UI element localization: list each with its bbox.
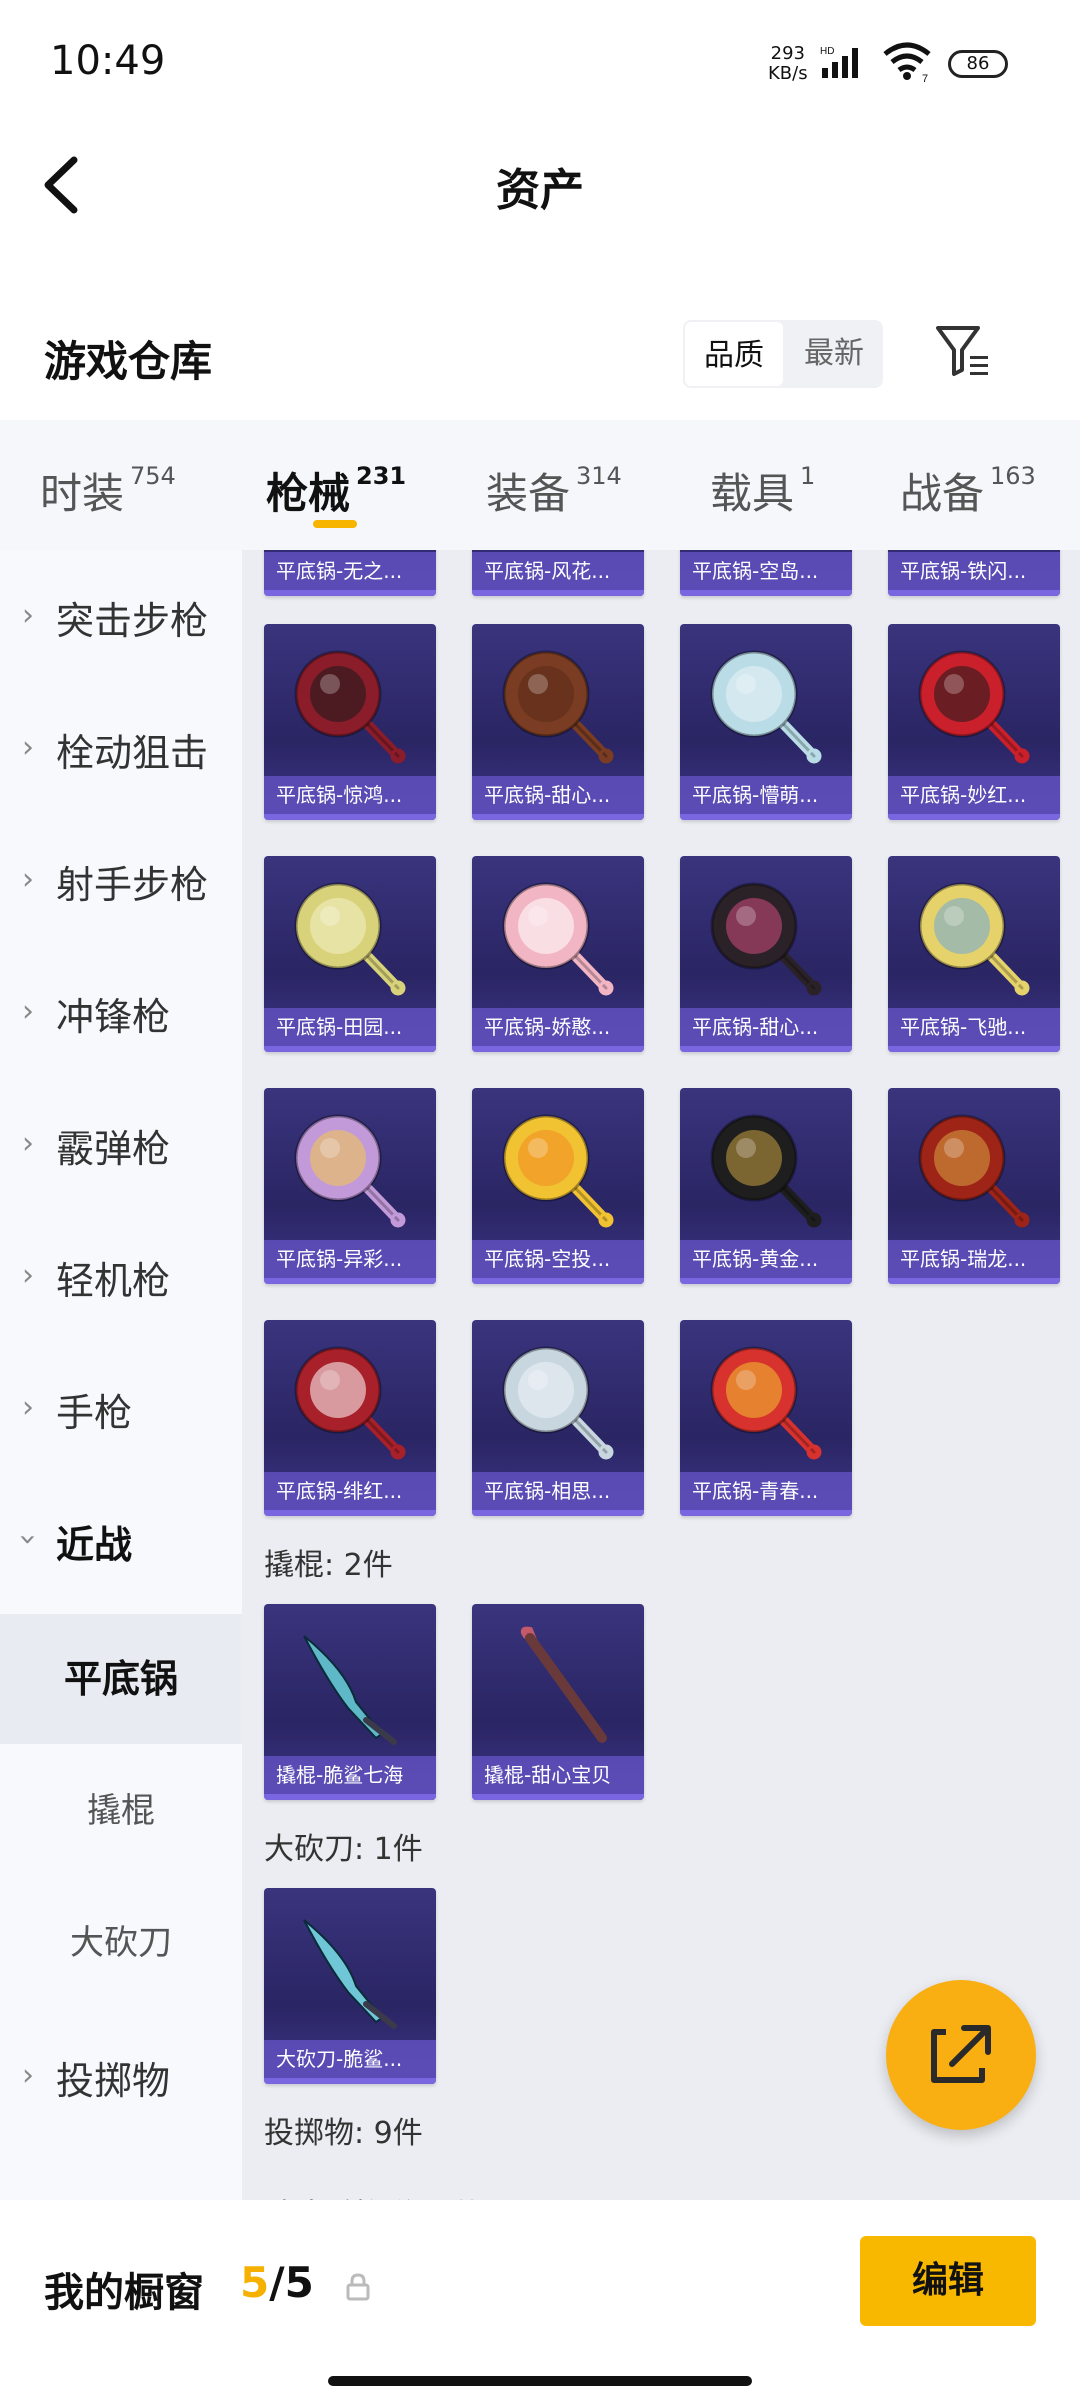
pan-art-icon — [502, 1346, 614, 1460]
chevron-right-icon: › — [22, 1390, 34, 1425]
tab-vehicles[interactable]: 载具 1 — [710, 460, 815, 521]
sort-toggle: 品质 最新 — [683, 320, 883, 388]
chevron-right-icon: › — [22, 994, 34, 1029]
home-indicator — [328, 2376, 752, 2386]
tab-fashion[interactable]: 时装 754 — [40, 460, 176, 521]
item-card[interactable]: 平底锅-空岛... — [680, 550, 852, 596]
chevron-right-icon: › — [22, 1126, 34, 1161]
pan-art-icon — [918, 1114, 1030, 1228]
item-card[interactable]: 平底锅-无之... — [264, 550, 436, 596]
sidebar-item-pistol[interactable]: › 手枪 — [0, 1342, 242, 1472]
pan-art-icon — [294, 1114, 406, 1228]
item-card[interactable]: 平底锅-娇憨... — [472, 856, 644, 1052]
pan-art-icon — [294, 882, 406, 996]
active-tab-indicator — [313, 520, 357, 528]
pan-art-icon — [710, 1114, 822, 1228]
status-bar: 10:49 293 KB/s HD 7 86 — [0, 0, 1080, 120]
melee-art-icon — [520, 1626, 607, 1743]
item-card[interactable]: 大砍刀-脆鲨... — [264, 1888, 436, 2084]
sidebar-item-throwables[interactable]: › 投掷物 — [0, 2010, 242, 2140]
warehouse-header: 游戏仓库 品质 最新 — [0, 300, 1080, 415]
net-speed: 293 KB/s — [768, 43, 808, 84]
sidebar-sub-pan[interactable]: 平底锅 — [0, 1614, 242, 1744]
sidebar-sub-machete[interactable]: 大砍刀 — [0, 1878, 242, 2008]
sidebar-item-assault-rifle[interactable]: › 突击步枪 — [0, 550, 242, 680]
chevron-right-icon: › — [22, 730, 34, 765]
item-card[interactable]: 平底锅-铁闪... — [888, 550, 1060, 596]
pan-art-icon — [918, 650, 1030, 764]
pan-art-icon — [710, 882, 822, 996]
chevron-right-icon: › — [22, 1258, 34, 1293]
item-card[interactable]: 平底锅-飞驰... — [888, 856, 1060, 1052]
item-card[interactable]: 平底锅-风花... — [472, 550, 644, 596]
chevron-right-icon: › — [22, 862, 34, 897]
item-card[interactable]: 撬棍-脆鲨七海 — [264, 1604, 436, 1800]
chevron-right-icon: › — [22, 2058, 34, 2093]
svg-text:HD: HD — [820, 46, 834, 57]
pan-art-icon — [294, 1346, 406, 1460]
crowbar-group-label: 撬棍: 2件 — [264, 1548, 393, 1583]
app-header: 资产 — [0, 120, 1080, 250]
machete-group-label: 大砍刀: 1件 — [264, 1832, 423, 1867]
pan-art-icon — [294, 650, 406, 764]
chevron-down-icon: › — [10, 1533, 46, 1546]
melee-art-icon — [303, 1635, 397, 1745]
item-card[interactable]: 平底锅-相思... — [472, 1320, 644, 1516]
showcase-count: 5/5 — [240, 2258, 314, 2307]
sidebar-item-lmg[interactable]: › 轻机枪 — [0, 1210, 242, 1340]
pan-art-icon — [502, 650, 614, 764]
item-card[interactable]: 撬棍-甜心宝贝 — [472, 1604, 644, 1800]
item-card[interactable]: 平底锅-黄金... — [680, 1088, 852, 1284]
item-card[interactable]: 平底锅-异彩... — [264, 1088, 436, 1284]
item-card[interactable]: 平底锅-甜心... — [472, 624, 644, 820]
status-time: 10:49 — [50, 38, 166, 84]
item-card[interactable]: 平底锅-瑞龙... — [888, 1088, 1060, 1284]
sidebar-item-bolt-sniper[interactable]: › 栓动狙击 — [0, 682, 242, 812]
pan-art-icon — [710, 1346, 822, 1460]
throwable-group-label: 投掷物: 9件 — [264, 2116, 423, 2151]
share-icon — [931, 2025, 991, 2083]
category-tabs: 时装 754 枪械 231 装备 314 载具 1 战备 163 — [0, 420, 1080, 550]
share-button[interactable] — [886, 1980, 1036, 2130]
sidebar-item-marksman-rifle[interactable]: › 射手步枪 — [0, 814, 242, 944]
item-card[interactable]: 平底锅-田园... — [264, 856, 436, 1052]
sidebar-item-smg[interactable]: › 冲锋枪 — [0, 946, 242, 1076]
showcase-bar: 我的橱窗 5/5 编辑 — [0, 2200, 1080, 2400]
filter-icon[interactable] — [934, 322, 994, 382]
item-card[interactable]: 平底锅-绯红... — [264, 1320, 436, 1516]
sidebar-sub-crowbar[interactable]: 撬棍 — [0, 1746, 242, 1876]
wifi-icon: 7 — [883, 42, 931, 82]
weapon-category-sidebar: › 突击步枪 › 栓动狙击 › 射手步枪 › 冲锋枪 › 霰弹枪 › 轻机枪 ›… — [0, 550, 242, 2200]
sidebar-item-melee[interactable]: › 近战 — [0, 1474, 242, 1604]
item-card[interactable]: 平底锅-甜心... — [680, 856, 852, 1052]
pan-art-icon — [502, 1114, 614, 1228]
sidebar-item-shotgun[interactable]: › 霰弹枪 — [0, 1078, 242, 1208]
melee-art-icon — [303, 1919, 397, 2029]
showcase-title: 我的橱窗 — [44, 2270, 204, 2316]
item-grid: 平底锅-无之... 平底锅-风花... 平底锅-空岛... 平底锅-铁闪... … — [242, 550, 1080, 2200]
grenade-group-label: 破片手榴弹: 5件 — [264, 2190, 483, 2200]
tab-equipment[interactable]: 装备 314 — [486, 460, 622, 521]
item-card[interactable]: 平底锅-惊鸿... — [264, 624, 436, 820]
tab-supplies[interactable]: 战备 163 — [900, 460, 1036, 521]
tab-weapons[interactable]: 枪械 231 — [266, 460, 406, 521]
pan-art-icon — [918, 882, 1030, 996]
item-card[interactable]: 平底锅-青春... — [680, 1320, 852, 1516]
chevron-right-icon: › — [22, 598, 34, 633]
pan-art-icon — [502, 882, 614, 996]
item-card[interactable]: 平底锅-懵萌... — [680, 624, 852, 820]
svg-text:7: 7 — [922, 73, 928, 82]
item-card[interactable]: 平底锅-空投... — [472, 1088, 644, 1284]
signal-icon: HD — [820, 46, 858, 78]
pan-art-icon — [710, 650, 822, 764]
edit-button[interactable]: 编辑 — [860, 2236, 1036, 2326]
page-title: 资产 — [496, 165, 584, 216]
sort-newest-button[interactable]: 最新 — [785, 320, 883, 388]
sort-quality-button[interactable]: 品质 — [683, 320, 785, 388]
battery-icon: 86 — [948, 50, 1008, 78]
item-card[interactable]: 平底锅-妙红... — [888, 624, 1060, 820]
section-title: 游戏仓库 — [44, 337, 213, 386]
lock-icon — [346, 2273, 370, 2301]
